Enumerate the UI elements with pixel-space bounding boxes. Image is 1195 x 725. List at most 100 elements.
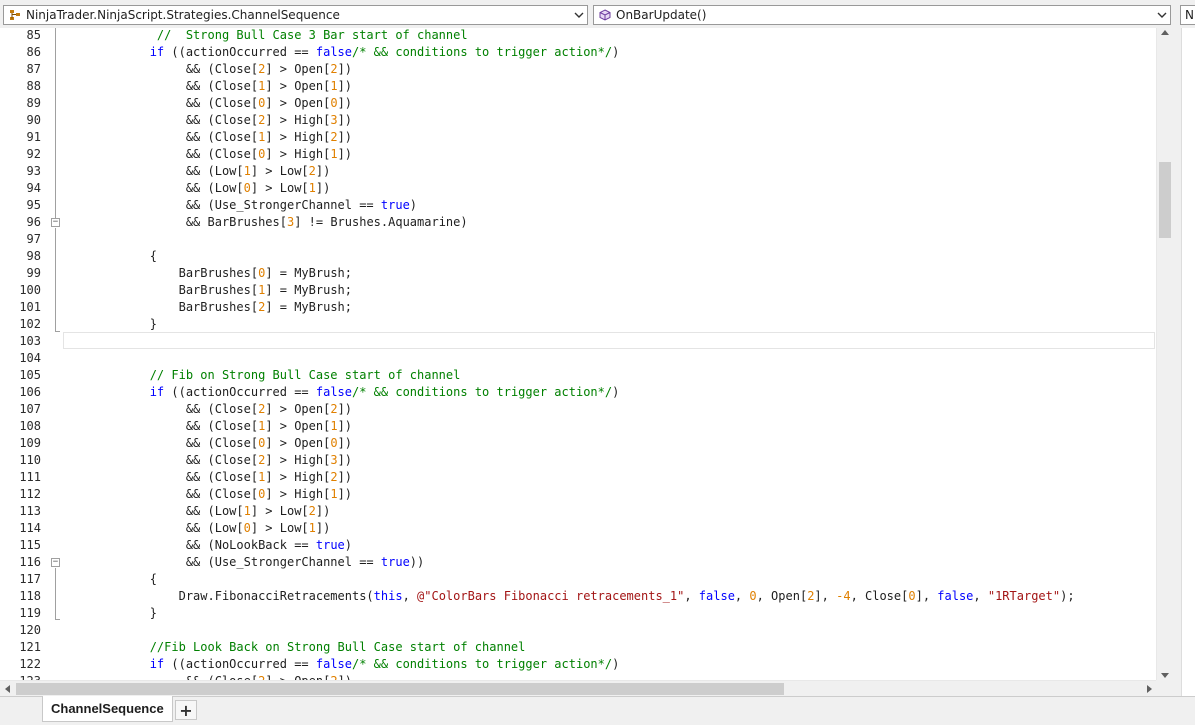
code-line[interactable]: 102 } <box>0 316 1172 333</box>
code-token: true <box>380 555 410 569</box>
tab-channelsequence[interactable]: ChannelSequence <box>42 696 173 722</box>
code-text: && (Close[0] > High[1]) <box>63 146 352 163</box>
line-number: 111 <box>19 470 41 484</box>
horizontal-scrollbar[interactable] <box>0 680 1156 696</box>
code-line[interactable]: 90 && (Close[2] > High[3]) <box>0 112 1172 129</box>
code-line[interactable]: 112 && (Close[0] > High[1]) <box>0 486 1172 503</box>
code-line[interactable]: 119 } <box>0 605 1172 622</box>
code-token: 1 <box>330 419 338 433</box>
code-token: ) <box>409 198 418 212</box>
code-line[interactable]: 99 BarBrushes[0] = MyBrush; <box>0 265 1172 282</box>
code-text: && (Low[1] > Low[2]) <box>63 163 331 180</box>
code-line[interactable]: 87 && (Close[2] > Open[2]) <box>0 61 1172 78</box>
code-line[interactable]: 85 // Strong Bull Case 3 Bar start of ch… <box>0 28 1172 44</box>
code-editor[interactable]: − − 85 // Strong Bull Case 3 Bar start o… <box>0 28 1172 680</box>
line-number: 101 <box>19 300 41 314</box>
code-token: ] > Open[ <box>265 436 331 450</box>
code-token: 3 <box>330 453 338 467</box>
code-line[interactable]: 93 && (Low[1] > Low[2]) <box>0 163 1172 180</box>
code-line[interactable]: 107 && (Close[2] > Open[2]) <box>0 401 1172 418</box>
code-token: BarBrushes[ <box>63 283 259 297</box>
horizontal-scroll-thumb[interactable] <box>16 683 784 695</box>
code-line[interactable]: 101 BarBrushes[2] = MyBrush; <box>0 299 1172 316</box>
code-line[interactable]: 96 && BarBrushes[3] != Brushes.Aquamarin… <box>0 214 1172 231</box>
code-text: && (Close[2] > High[3]) <box>63 112 352 129</box>
code-token: ]) <box>337 453 353 467</box>
line-number: 120 <box>19 623 41 637</box>
scroll-right-icon[interactable] <box>1147 685 1152 693</box>
code-line[interactable]: 86 if ((actionOccurred == false/* && con… <box>0 44 1172 61</box>
code-token: 0 <box>330 436 338 450</box>
class-dropdown[interactable]: NinjaTrader.NinjaScript.Strategies.Chann… <box>3 5 588 25</box>
code-line[interactable]: 122 if ((actionOccurred == false/* && co… <box>0 656 1172 673</box>
code-line[interactable]: 88 && (Close[1] > Open[1]) <box>0 78 1172 95</box>
vertical-scroll-thumb[interactable] <box>1159 162 1171 238</box>
scroll-down-icon[interactable] <box>1161 673 1169 678</box>
code-line[interactable]: 89 && (Close[0] > Open[0]) <box>0 95 1172 112</box>
code-token: ]) <box>337 419 353 433</box>
code-line[interactable]: 100 BarBrushes[1] = MyBrush; <box>0 282 1172 299</box>
line-number: 91 <box>26 130 41 144</box>
code-line[interactable]: 113 && (Low[1] > Low[2]) <box>0 503 1172 520</box>
code-line[interactable]: 108 && (Close[1] > Open[1]) <box>0 418 1172 435</box>
code-token: ) <box>612 657 620 671</box>
scroll-left-icon[interactable] <box>5 685 10 693</box>
code-line[interactable]: 109 && (Close[0] > Open[0]) <box>0 435 1172 452</box>
code-token: ] = MyBrush; <box>265 283 353 297</box>
code-line[interactable]: 121 //Fib Look Back on Strong Bull Case … <box>0 639 1172 656</box>
line-number: 113 <box>19 504 41 518</box>
code-line[interactable]: 94 && (Low[0] > Low[1]) <box>0 180 1172 197</box>
code-text: && (Use_StrongerChannel == true)) <box>63 554 424 571</box>
chevron-down-icon[interactable] <box>1154 6 1170 24</box>
scrollbar-corner <box>1156 680 1172 696</box>
code-line[interactable]: 105 // Fib on Strong Bull Case start of … <box>0 367 1172 384</box>
code-line[interactable]: 97 <box>0 231 1172 248</box>
code-token: ] > High[ <box>265 470 331 484</box>
code-line[interactable]: 117 { <box>0 571 1172 588</box>
code-token: ] > Low[ <box>250 181 309 195</box>
code-line[interactable]: 114 && (Low[0] > Low[1]) <box>0 520 1172 537</box>
code-line[interactable]: 92 && (Close[0] > High[1]) <box>0 146 1172 163</box>
code-text: { <box>63 571 157 588</box>
code-token: && (NoLookBack == <box>63 538 316 552</box>
code-line[interactable]: 120 <box>0 622 1172 639</box>
code-line[interactable]: 104 <box>0 350 1172 367</box>
code-token: /* && conditions to trigger action*/ <box>352 657 613 671</box>
code-line[interactable]: 123 && (Close[2] > Open[2]) <box>0 673 1172 680</box>
code-token: "1RTarget" <box>987 589 1061 603</box>
chevron-down-icon[interactable] <box>571 6 587 24</box>
code-line[interactable]: 111 && (Close[1] > High[2]) <box>0 469 1172 486</box>
code-line[interactable]: 118 Draw.FibonacciRetracements(this, @"C… <box>0 588 1172 605</box>
code-token: ]) <box>337 113 353 127</box>
code-line[interactable]: 103 <box>0 333 1172 350</box>
add-tab-button[interactable]: + <box>175 700 197 720</box>
code-token: ] = MyBrush; <box>265 300 353 314</box>
code-token: ], <box>915 589 938 603</box>
member-dropdown[interactable]: OnBarUpdate() <box>593 5 1171 25</box>
third-dropdown[interactable]: N <box>1180 5 1195 25</box>
scroll-up-icon[interactable] <box>1161 30 1169 35</box>
line-number: 96 <box>26 215 41 229</box>
code-token: && (Use_StrongerChannel == <box>63 555 381 569</box>
code-token: ]) <box>315 521 331 535</box>
navigation-bar: NinjaTrader.NinjaScript.Strategies.Chann… <box>0 0 1195 28</box>
code-text: && (Close[2] > High[3]) <box>63 452 352 469</box>
code-token: 1 <box>330 147 338 161</box>
code-text: && (Low[1] > Low[2]) <box>63 503 331 520</box>
code-token: 0 <box>908 589 916 603</box>
code-token: ]) <box>315 181 331 195</box>
code-token: && (Close[ <box>63 147 259 161</box>
code-token: false <box>315 45 352 59</box>
code-line[interactable]: 106 if ((actionOccurred == false/* && co… <box>0 384 1172 401</box>
code-line[interactable]: 116 && (Use_StrongerChannel == true)) <box>0 554 1172 571</box>
code-line[interactable]: 98 { <box>0 248 1172 265</box>
vertical-scrollbar[interactable] <box>1156 28 1172 680</box>
line-number: 95 <box>26 198 41 212</box>
line-number: 122 <box>19 657 41 671</box>
code-line[interactable]: 91 && (Close[1] > High[2]) <box>0 129 1172 146</box>
code-line[interactable]: 115 && (NoLookBack == true) <box>0 537 1172 554</box>
code-line[interactable]: 95 && (Use_StrongerChannel == true) <box>0 197 1172 214</box>
code-token: && (Use_StrongerChannel == <box>63 198 381 212</box>
code-line[interactable]: 110 && (Close[2] > High[3]) <box>0 452 1172 469</box>
